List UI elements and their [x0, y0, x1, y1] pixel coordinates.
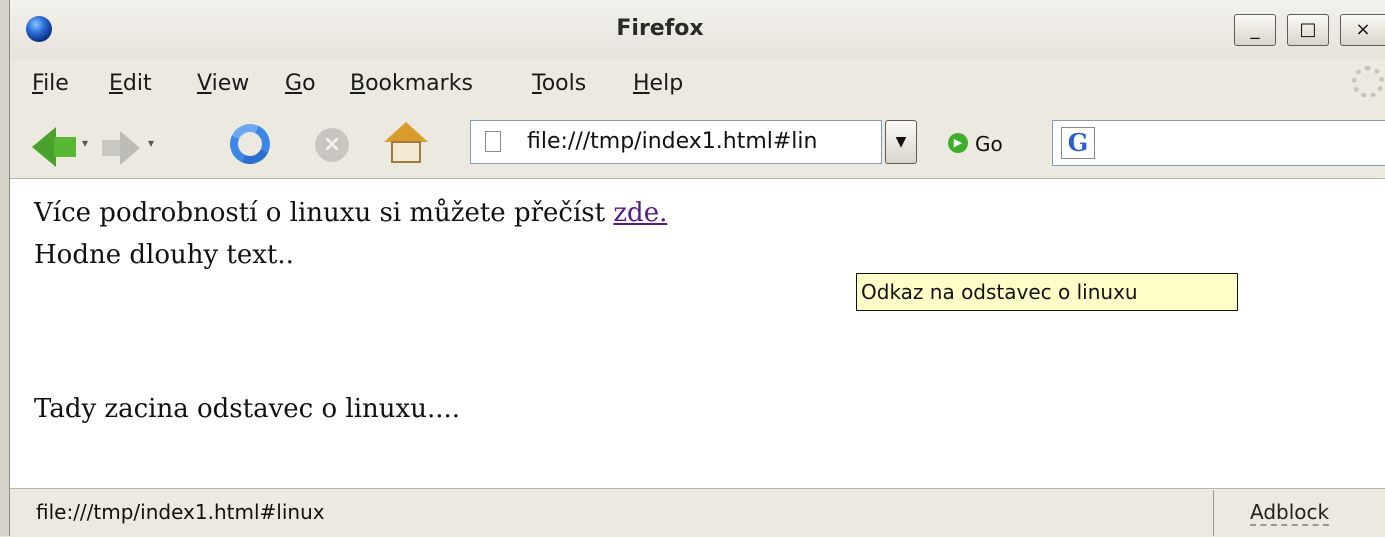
content-line-2: Hodne dlouhy text..	[34, 240, 294, 270]
close-button[interactable]: ×	[1340, 14, 1385, 46]
back-history-dropdown-icon[interactable]: ▾	[82, 136, 88, 150]
page-icon	[485, 131, 501, 152]
menu-tools-label: ools	[541, 71, 587, 96]
zde-link[interactable]: zde.	[613, 198, 667, 228]
url-text[interactable]: file:///tmp/index1.html#lin	[527, 129, 877, 154]
menu-help-mnemonic: H	[633, 71, 650, 96]
menu-go[interactable]: Go	[285, 71, 316, 96]
minimize-button[interactable]: _	[1234, 14, 1276, 46]
menu-go-label: o	[302, 71, 316, 96]
menu-file-label: ile	[43, 71, 69, 96]
maximize-button[interactable]: □	[1287, 14, 1329, 46]
menu-edit-mnemonic: E	[109, 71, 123, 96]
menu-view-mnemonic: V	[197, 71, 212, 96]
window-left-edge	[0, 0, 10, 536]
url-bar[interactable]: file:///tmp/index1.html#lin	[470, 120, 882, 164]
menu-help-label: elp	[649, 71, 684, 96]
stop-icon[interactable]: ×	[315, 128, 349, 162]
menu-bookmarks-label: ookmarks	[365, 71, 473, 96]
menu-bookmarks[interactable]: Bookmarks	[350, 71, 473, 96]
menu-edit-label: dit	[122, 71, 152, 96]
content-line-1-text: Více podrobností o linuxu si můžete přeč…	[34, 198, 614, 228]
menu-bookmarks-mnemonic: B	[350, 71, 366, 96]
search-box[interactable]: G	[1052, 120, 1385, 166]
menu-view[interactable]: View	[197, 71, 249, 96]
menu-edit[interactable]: Edit	[109, 71, 152, 96]
google-search-engine-icon[interactable]: G	[1061, 127, 1095, 159]
back-arrow-icon[interactable]	[32, 127, 56, 167]
menu-file[interactable]: File	[32, 71, 69, 96]
forward-button[interactable]	[102, 140, 120, 156]
throbber-icon	[1352, 66, 1384, 98]
forward-history-dropdown-icon[interactable]: ▾	[148, 136, 154, 150]
content-line-3: Tady zacina odstavec o linuxu....	[34, 394, 461, 424]
link-tooltip: Odkaz na odstavec o linuxu	[856, 273, 1238, 311]
menu-view-label: iew	[211, 71, 250, 96]
go-button-label[interactable]: Go	[975, 132, 1003, 156]
menu-tools-mnemonic: T	[532, 71, 542, 96]
status-text: file:///tmp/index1.html#linux	[36, 500, 325, 524]
menu-go-mnemonic: G	[285, 71, 303, 96]
forward-arrow-icon[interactable]	[120, 131, 140, 165]
back-button[interactable]	[54, 137, 76, 157]
title-bar: Firefox _ □ ×	[10, 0, 1385, 60]
menu-file-mnemonic: F	[32, 71, 44, 96]
menu-help[interactable]: Help	[633, 71, 683, 96]
menu-tools[interactable]: Tools	[532, 71, 586, 96]
home-icon[interactable]	[391, 141, 421, 163]
go-icon[interactable]: ▶	[948, 133, 968, 153]
content-line-1: Více podrobností o linuxu si můžete přeč…	[34, 198, 667, 228]
firefox-window: Firefox _ □ × File Edit View Go Bookmark…	[10, 0, 1385, 537]
window-title: Firefox	[616, 16, 704, 41]
home-roof-icon[interactable]	[384, 122, 428, 142]
adblock-status-button[interactable]: Adblock	[1250, 500, 1330, 526]
url-history-dropdown-button[interactable]: ▼	[885, 120, 917, 164]
